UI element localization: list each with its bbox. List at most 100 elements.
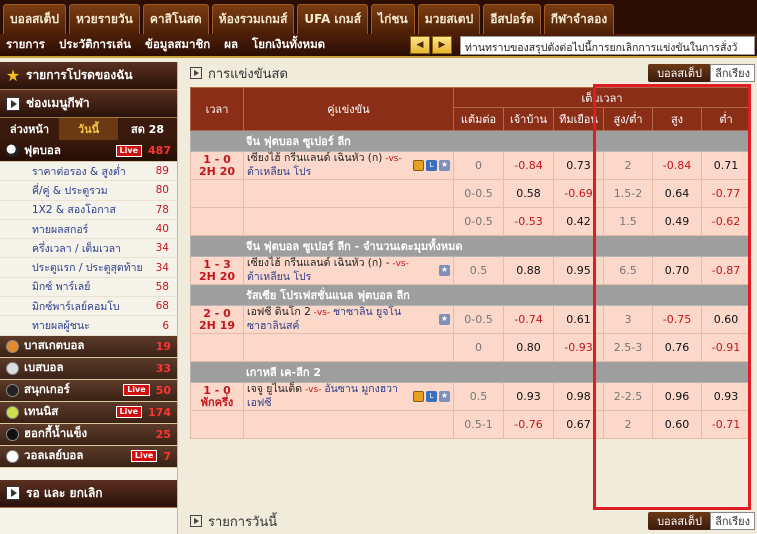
stats-icon[interactable]: ★ [439,160,450,171]
top-tab-6[interactable]: มวยสเตป [417,4,481,34]
vs-label: -vs- [302,385,325,395]
stats-icon[interactable]: ★ [439,265,450,276]
home-odds[interactable]: 0.93 [503,382,554,411]
sort-league-button[interactable]: ลีกเรียง [710,64,755,82]
news-ticker: ท่านทราบของสรุปดังต่อไปนี้การยกเลิกการแข… [460,36,755,55]
match-header: คู่แข่งขัน [243,87,454,131]
top-tab-8[interactable]: กีฬาจำลอง [543,4,615,34]
football-subitem[interactable]: 1X2 & สองโอกาส 78 [0,201,177,220]
live-stream-icon[interactable]: L [426,160,437,171]
sport-category[interactable]: สนุกเกอร์ Live 50 [0,379,177,402]
sport-ball-icon [6,361,19,375]
ticker-arrows: ◀ ▶ [410,36,454,54]
football-subitem[interactable]: ครึ่งเวลา / เต็มเวลา 34 [0,239,177,259]
home-odds[interactable]: -0.74 [503,305,554,334]
subitem-count: 78 [155,203,169,216]
subitem-label: ราคาต่อรอง & สูงต่ำ [32,165,126,178]
vs-label: -vs- [310,308,334,318]
sort-league-button[interactable]: ลีกเรียง [710,512,755,530]
step-bet-button[interactable]: บอลสเต็ป [648,64,711,82]
stats-icon[interactable]: ★ [439,314,450,325]
category-count: 50 [155,383,171,397]
day-tab-2[interactable]: สด 28 [118,118,177,140]
match-time: 2 - 0 2H 19 [190,305,244,334]
football-subitem[interactable]: ทายผลผู้ชนะ 6 [0,316,177,336]
tv-icon[interactable] [413,160,424,171]
sub-tab-1[interactable]: ประวัติการเล่น [59,36,131,54]
sidebar: ★ รายการโปรดของฉัน ช่องเมนูกีฬา ล่วงหน้าว… [0,62,178,534]
sports-menu-header[interactable]: ช่องเมนูกีฬา [0,90,177,118]
sub-tab-2[interactable]: ข้อมูลสมาชิก [145,36,210,54]
subitem-label: ทายผลสกอร์ [32,223,89,236]
day-tab-0[interactable]: ล่วงหน้า [0,118,59,140]
subitem-count: 40 [155,223,169,236]
football-submenu: ราคาต่อรอง & สูงต่ำ 89 คี่/คู่ & ประตูรวม 8… [0,162,177,336]
subitem-count: 58 [155,280,169,293]
handicap: 0.5 [453,256,504,285]
home-odds[interactable]: -0.76 [503,410,554,439]
category-label: เทนนิส [24,404,59,419]
tv-icon[interactable] [413,391,424,402]
home-odds[interactable]: -0.53 [503,207,554,236]
match-teams [243,410,454,439]
stats-icon[interactable]: ★ [439,391,450,402]
sport-category[interactable]: เบสบอล 33 [0,357,177,380]
football-subitem[interactable]: ทายผลสกอร์ 40 [0,220,177,240]
top-tab-4[interactable]: UFA เกมส์ [297,4,369,34]
football-subitem[interactable]: ราคาต่อรอง & สูงต่ำ 89 [0,162,177,182]
day-tabs: ล่วงหน้า วันนี้ สด 28 [0,118,177,140]
match-teams [243,179,454,208]
sport-ball-icon [6,339,19,353]
match-time: 1 - 0 พักครึ่ง [190,382,244,411]
subitem-label: ครึ่งเวลา / เต็มเวลา [32,242,121,255]
favorites-header[interactable]: ★ รายการโปรดของฉัน [0,62,177,90]
sport-football[interactable]: ฟุตบอล Live 487 [0,140,177,162]
top-tab-7[interactable]: อีสปอร์ต [483,4,541,34]
sport-category[interactable]: บาสเกตบอล 19 [0,335,177,358]
match-clock: 2H 20 [199,269,235,283]
home-odds[interactable]: 0.88 [503,256,554,285]
match-clock: พักครึ่ง [200,395,234,409]
match-teams: เซียงไฮ้ กรีนแลนด์ เฉินหัว (ก) - -vs- ต้… [243,256,454,285]
sport-ball-icon [6,405,19,419]
football-icon [6,144,19,157]
vs-label: -vs- [389,259,409,269]
waiting-cancelled-header[interactable]: รอ และ ยกเลิก [0,479,177,508]
step-bet-button[interactable]: บอลสเต็ป [648,512,711,530]
football-subitem[interactable]: ประตูแรก / ประตูสุดท้าย 34 [0,258,177,278]
top-tab-3[interactable]: ห้องรวมเกมส์ [211,4,295,34]
top-tab-5[interactable]: ไก่ชน [371,4,415,34]
live-stream-icon[interactable]: L [426,391,437,402]
home-team: เซียงไฮ้ กรีนแลนด์ เฉินหัว (ก) [247,152,383,164]
vs-label: -vs- [382,154,402,164]
sub-tab-4[interactable]: โยกเงินทั้งหมด [252,36,325,54]
play-icon[interactable] [190,515,202,527]
live-section-header: การแข่งขันสด บอลสเต็ป ลีกเรียง [190,62,757,84]
subitem-count: 34 [155,261,169,274]
match-clock: 2H 20 [199,164,235,178]
day-tab-1[interactable]: วันนี้ [59,118,118,140]
top-tab-2[interactable]: คาสิโนสด [142,4,209,34]
home-odds[interactable]: 0.58 [503,179,554,208]
football-subitem[interactable]: มิกซ์พาร์เลย์คอมโบ 68 [0,297,177,317]
sport-category[interactable]: วอลเลย์บอล Live 7 [0,445,177,468]
football-subitem[interactable]: คี่/คู่ & ประตูรวม 80 [0,181,177,201]
time-header: เวลา [190,87,244,131]
football-subitem[interactable]: มิกซ์ พาร์เลย์ 58 [0,278,177,298]
top-tab-1[interactable]: หวยรายวัน [69,4,140,34]
ticker-prev-button[interactable]: ◀ [410,36,430,54]
sub-tab-3[interactable]: ผล [224,36,238,54]
handicap: 0 [453,151,504,180]
home-odds[interactable]: -0.84 [503,151,554,180]
home-odds[interactable]: 0.80 [503,333,554,362]
sub-tab-0[interactable]: รายการ [6,36,45,54]
subitem-label: ประตูแรก / ประตูสุดท้าย [32,262,143,275]
subitem-count: 6 [162,319,169,332]
sport-category[interactable]: เทนนิส Live 174 [0,401,177,424]
subitem-count: 80 [155,184,169,197]
sport-category[interactable]: ฮอกกี้น้ำแข็ง 25 [0,423,177,446]
handicap: 0-0.5 [453,305,504,334]
play-icon[interactable] [190,67,202,79]
top-tab-0[interactable]: บอลสเต็ป [3,4,67,34]
ticker-next-button[interactable]: ▶ [432,36,452,54]
